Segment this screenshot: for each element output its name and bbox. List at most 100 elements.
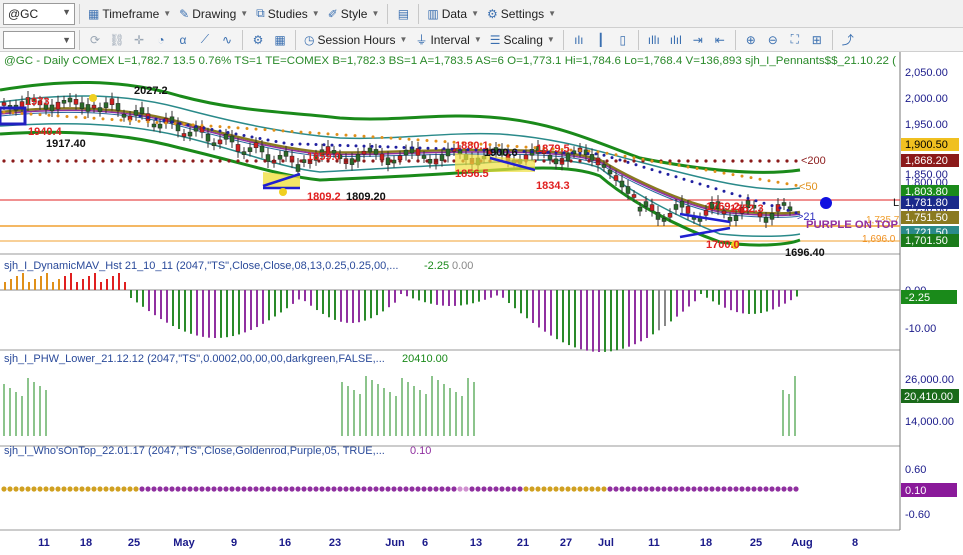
annotation: PURPLE ON TOP <box>806 219 898 231</box>
ma200-dot <box>767 159 771 163</box>
refresh-icon[interactable]: ⟳ <box>85 30 105 50</box>
zoom-in-icon[interactable]: ⊕ <box>741 30 761 50</box>
who-on-top-dot <box>739 486 745 492</box>
who-on-top-dot <box>133 486 139 492</box>
ma200-dot <box>794 159 798 163</box>
format-icon[interactable]: ⚙ <box>248 30 268 50</box>
histogram-bar <box>232 290 234 337</box>
histogram-bar <box>568 290 570 346</box>
bars-compress-icon[interactable]: ⇥ <box>688 30 708 50</box>
fit-icon[interactable]: ⛶ <box>785 30 805 50</box>
candle-body <box>61 100 67 104</box>
candle-body <box>421 155 427 159</box>
candle-body <box>115 103 121 111</box>
ma50-dot <box>434 139 438 143</box>
ma200-dot <box>254 159 258 163</box>
histogram-bar <box>736 290 738 313</box>
layout-icon[interactable]: ▤ <box>393 4 413 24</box>
who-on-top-dot <box>535 486 541 492</box>
annotation: 1752.3 <box>730 203 764 215</box>
histogram-bar <box>322 290 324 314</box>
ma200-dot <box>101 159 105 163</box>
ma200-dot <box>398 159 402 163</box>
ma21-dot <box>162 119 166 122</box>
who-on-top-dot <box>1 486 7 492</box>
who-on-top-dot <box>397 486 403 492</box>
timeframe-button[interactable]: ▦ Timeframe ▼ <box>84 3 175 25</box>
studies-label: Studies <box>267 6 308 21</box>
ma200-dot <box>146 159 150 163</box>
ma21-dot <box>434 147 438 151</box>
zoom-out-icon[interactable]: ⊖ <box>763 30 783 50</box>
ma21-dot <box>210 128 214 131</box>
histogram-bar <box>154 290 156 316</box>
candle-body <box>91 104 97 109</box>
ma50-dot <box>335 132 339 136</box>
settings-button[interactable]: ⚙ Settings ▼ <box>483 3 560 25</box>
data-button[interactable]: ▥ Data ▼ <box>423 3 483 25</box>
drawing-button[interactable]: ✎ Drawing ▼ <box>175 3 252 25</box>
histogram-bar <box>436 290 438 305</box>
candle-icon[interactable]: ┃ <box>591 30 611 50</box>
ma200-dot <box>245 159 249 163</box>
ma21-dot <box>298 142 302 146</box>
histogram-bar <box>394 290 396 303</box>
chevron-down-icon: ▼ <box>473 35 482 44</box>
histogram-bar <box>208 290 210 338</box>
panel3-tag-text: 20,410.00 <box>904 391 953 403</box>
trend-icon[interactable]: ⟋ <box>195 30 215 50</box>
zoom-reset-icon[interactable]: ⊞ <box>807 30 827 50</box>
ma21-dot <box>194 125 198 128</box>
candle-body <box>619 180 625 188</box>
ma21-dot <box>242 134 246 137</box>
crosshair-icon[interactable]: ✛ <box>129 30 149 50</box>
link-icon[interactable]: ⛓ <box>107 30 127 50</box>
ma200-dot <box>434 159 438 163</box>
interval-input[interactable]: ▼ <box>3 30 75 49</box>
time-label: 6 <box>422 537 428 549</box>
candle-hollow-icon[interactable]: ▯ <box>613 30 633 50</box>
add-chart-icon[interactable]: ⤴ <box>838 30 858 50</box>
studies-button[interactable]: ⧉ Studies ▼ <box>252 3 324 25</box>
who-on-top-dot <box>25 486 31 492</box>
price-tick: 2,050.00 <box>905 67 948 79</box>
histogram-bar <box>4 282 6 290</box>
gauge-icon[interactable]: ◔ <box>151 30 171 50</box>
ma21-dot <box>730 192 734 196</box>
ma50-dot <box>155 120 159 124</box>
bars-dense-icon[interactable]: ıllı <box>644 30 664 50</box>
candle-body <box>445 148 451 157</box>
clock-icon: ◷ <box>304 32 315 47</box>
histogram-bar <box>604 290 606 352</box>
histogram-bar <box>364 290 366 321</box>
chevron-down-icon[interactable]: ▼ <box>62 7 71 17</box>
interval-button[interactable]: ⏚ Interval ▼ <box>411 29 485 51</box>
ma200-dot <box>29 159 33 163</box>
ma21-dot <box>378 145 382 149</box>
who-on-top-dot <box>163 486 169 492</box>
bars-wide-icon[interactable]: ılıl <box>666 30 686 50</box>
histogram-bar <box>562 290 564 343</box>
scaling-button[interactable]: ☰ Scaling ▼ <box>486 29 559 51</box>
bars-expand-icon[interactable]: ⇤ <box>710 30 730 50</box>
chart-svg[interactable]: 1973 1940.4 1917.40 2027.2 1859.0 1809.2… <box>0 52 963 555</box>
chevron-down-icon[interactable]: ▼ <box>62 35 71 45</box>
ma21-dot <box>770 204 774 208</box>
histogram-bar <box>664 290 666 327</box>
ma21-dot <box>418 146 422 150</box>
ma21-dot <box>306 142 310 146</box>
grid-icon[interactable]: ▦ <box>270 30 290 50</box>
chart-area[interactable]: 1973 1940.4 1917.40 2027.2 1859.0 1809.2… <box>0 52 963 555</box>
histogram-bar <box>370 290 372 319</box>
symbol-input[interactable]: @GC ▼ <box>3 2 75 25</box>
annotation: 1809.2 <box>307 191 341 203</box>
alpha-icon[interactable]: α <box>173 30 193 50</box>
indicator-icon[interactable]: ∿ <box>217 30 237 50</box>
style-button[interactable]: ✐ Style ▼ <box>324 3 384 25</box>
bar-chart-icon[interactable]: ılı <box>569 30 589 50</box>
session-hours-button[interactable]: ◷ Session Hours ▼ <box>300 29 411 51</box>
who-on-top-dot <box>613 486 619 492</box>
candle-body <box>607 169 613 175</box>
histogram-bar <box>100 282 102 290</box>
ma200-dot <box>569 159 573 163</box>
